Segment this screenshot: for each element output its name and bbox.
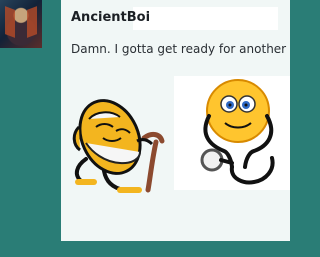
old-man-emoji-icon [72,99,165,193]
username-label[interactable]: AncientBoi [71,10,150,26]
chat-thread-view: AncientBoi Damn. I gotta get ready for a… [0,0,290,257]
doctor-smiley-stethoscope-icon [174,76,290,190]
message-text: Damn. I gotta get ready for another [71,42,287,56]
user-avatar[interactable] [0,0,42,48]
